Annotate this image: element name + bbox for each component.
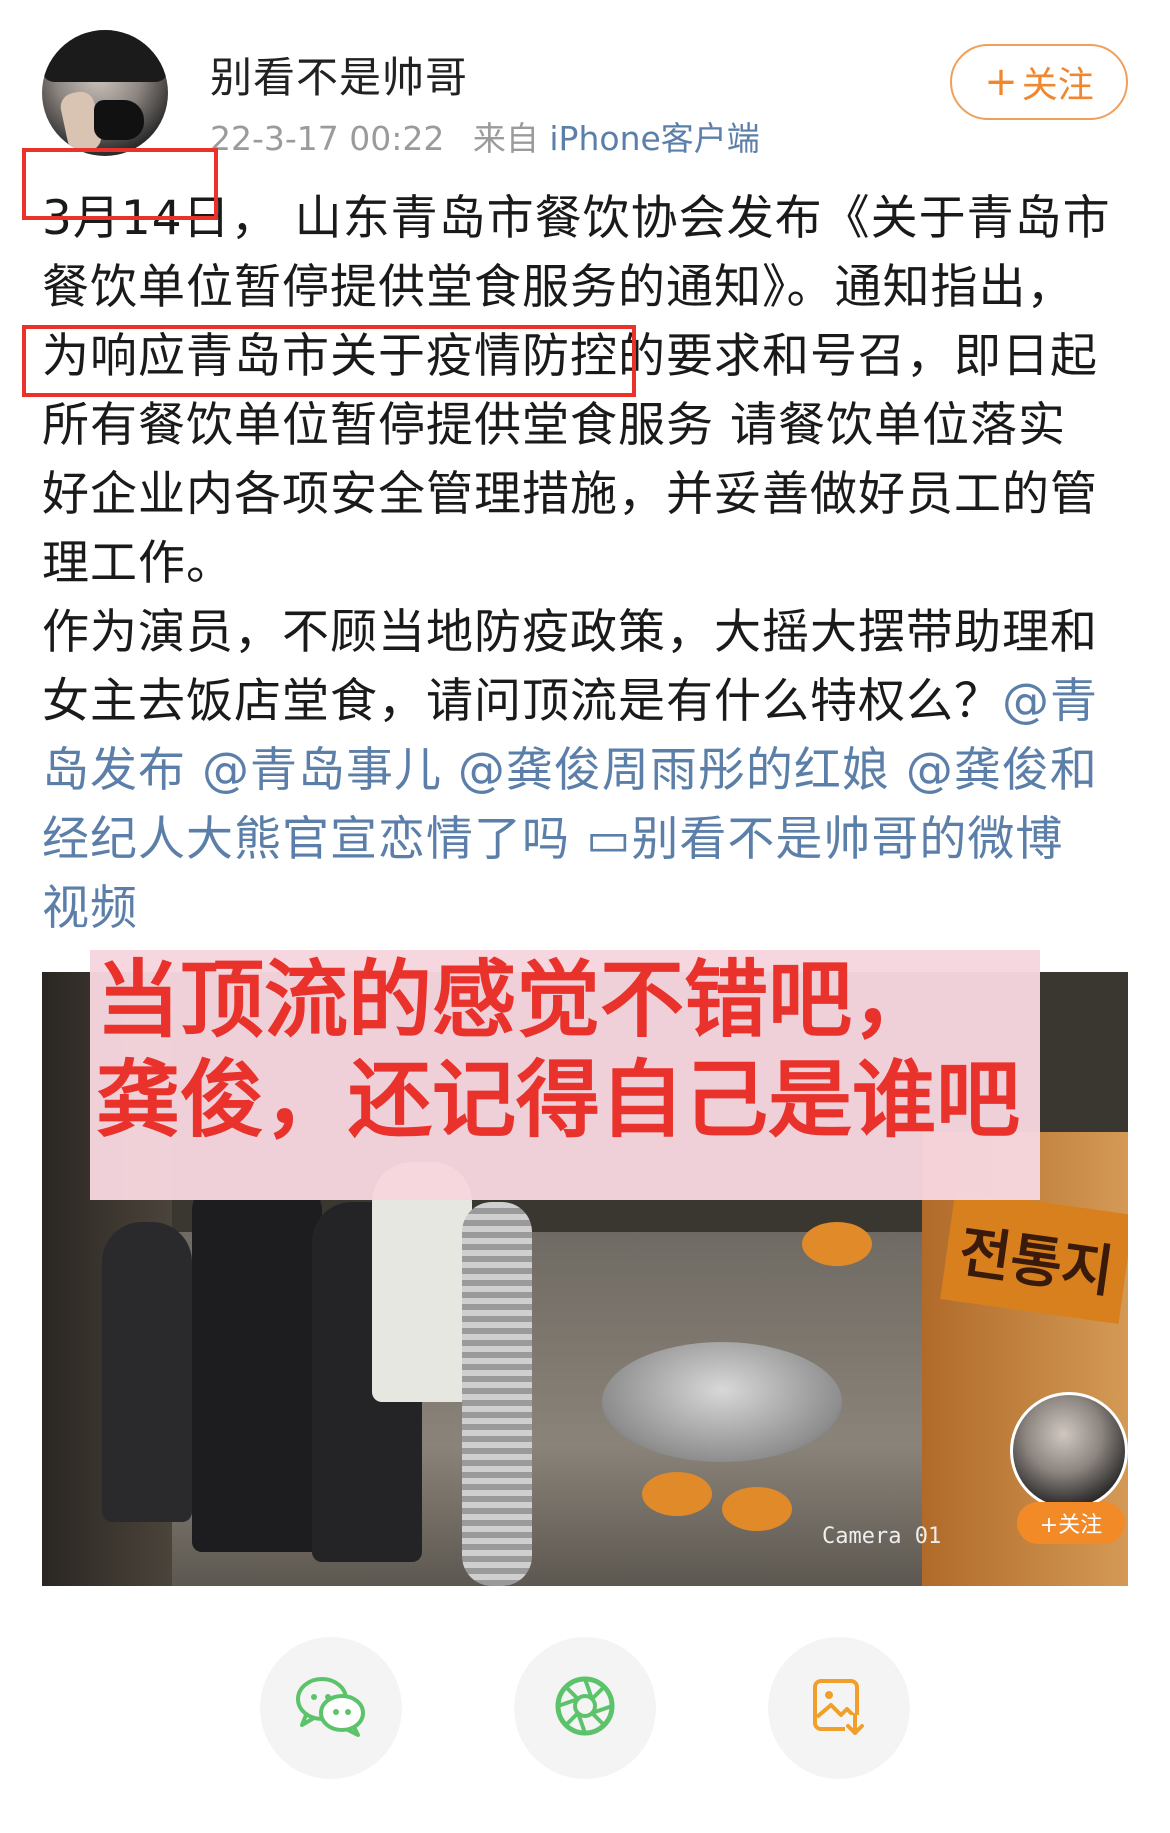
highlight-box-date (22, 148, 218, 220)
wechat-icon (294, 1675, 368, 1741)
share-wechat-button[interactable] (260, 1637, 402, 1779)
mention-link[interactable]: 别看不是帅哥的微博 (631, 812, 1063, 867)
username[interactable]: 别看不是帅哥 (210, 44, 468, 105)
post-line: 女主去饭店堂食，请问顶流是有什么特权么？@青 (42, 667, 1132, 736)
plus-icon: + (984, 59, 1018, 105)
post-line: 作为演员，不顾当地防疫政策，大摇大摆带助理和 (42, 598, 1132, 667)
video-stool (722, 1487, 792, 1531)
moments-icon (552, 1673, 618, 1743)
mention-link[interactable]: 视频 (42, 881, 138, 936)
avatar-hair (42, 30, 168, 82)
follow-label: 关注 (1021, 65, 1094, 106)
video-exhaust-pipe (462, 1202, 532, 1586)
share-moments-button[interactable] (514, 1637, 656, 1779)
post-line: 餐饮单位暂停提供堂食服务的通知》。通知指出， (42, 253, 1132, 322)
post-text-segment: 请餐饮单位落实 (714, 398, 1066, 453)
post-text-segment: 女主去饭店堂食，请问顶流是有什么特权么？ (42, 674, 1002, 729)
post-text-segment: 山东青岛市餐饮协会发布《关于青岛市 (278, 191, 1111, 246)
video-camera-label: Camera 01 (822, 1524, 942, 1549)
post-timestamp: 22-3-17 00:22 (210, 119, 445, 158)
video-stool (802, 1222, 872, 1266)
video-stool (642, 1472, 712, 1516)
post-line: 岛发布 @青岛事儿 @龚俊周雨彤的红娘 @龚俊和 (42, 736, 1132, 805)
video-table (602, 1342, 842, 1462)
post-source[interactable]: iPhone客户端 (549, 119, 759, 158)
save-image-button[interactable] (768, 1637, 910, 1779)
highlight-box-suspension (22, 325, 636, 397)
post-text-segment: 餐饮单位暂停提供堂食服务的通知》。通知指出， (42, 260, 1075, 315)
video-person (102, 1222, 192, 1522)
user-avatar[interactable] (42, 30, 168, 156)
mention-link[interactable]: @青 (1002, 674, 1098, 729)
post-body: 3月14日， 山东青岛市餐饮协会发布《关于青岛市 餐饮单位暂停提供堂食服务的通知》… (42, 184, 1132, 943)
post-line: 经纪人大熊官宣恋情了吗 ▭别看不是帅哥的微博 (42, 805, 1132, 874)
caption-line: 当顶流的感觉不错吧， (96, 951, 937, 1049)
video-person (192, 1172, 322, 1552)
mention-link[interactable]: 经纪人大熊官宣恋情了吗 (42, 812, 586, 867)
video-follow-button[interactable]: +关注 (1017, 1502, 1125, 1544)
post-meta: 22-3-17 00:22 来自 iPhone客户端 (210, 112, 760, 160)
post-text-segment: 作为演员，不顾当地防疫政策，大摇大摆带助理和 (42, 605, 1098, 660)
post-text-segment: 理工作。 (42, 536, 234, 591)
highlighted-text: 所有餐饮单位暂停提供堂食服务 (42, 398, 714, 453)
post-text-segment: 好企业内各项安全管理措施，并妥善做好员工的管 (42, 467, 1098, 522)
caption-line: 龚俊，还记得自己是谁吧 (96, 1051, 1021, 1149)
mention-link[interactable]: ▭ (586, 812, 631, 867)
caption-overlay: 当顶流的感觉不错吧， 龚俊，还记得自己是谁吧 (90, 950, 1040, 1200)
video-creator-avatar[interactable] (1010, 1392, 1128, 1510)
post-line: 好企业内各项安全管理措施，并妥善做好员工的管 (42, 460, 1132, 529)
post-line: 理工作。 (42, 529, 1132, 598)
avatar-mask (94, 100, 144, 140)
follow-button[interactable]: + 关注 (950, 44, 1128, 120)
post-line: 所有餐饮单位暂停提供堂食服务 请餐饮单位落实 (42, 391, 1132, 460)
post-line: 视频 (42, 874, 1132, 943)
source-prefix: 来自 (472, 119, 539, 158)
save-image-icon (809, 1675, 869, 1741)
mention-link[interactable]: 岛发布 @青岛事儿 @龚俊周雨彤的红娘 @龚俊和 (42, 743, 1098, 798)
